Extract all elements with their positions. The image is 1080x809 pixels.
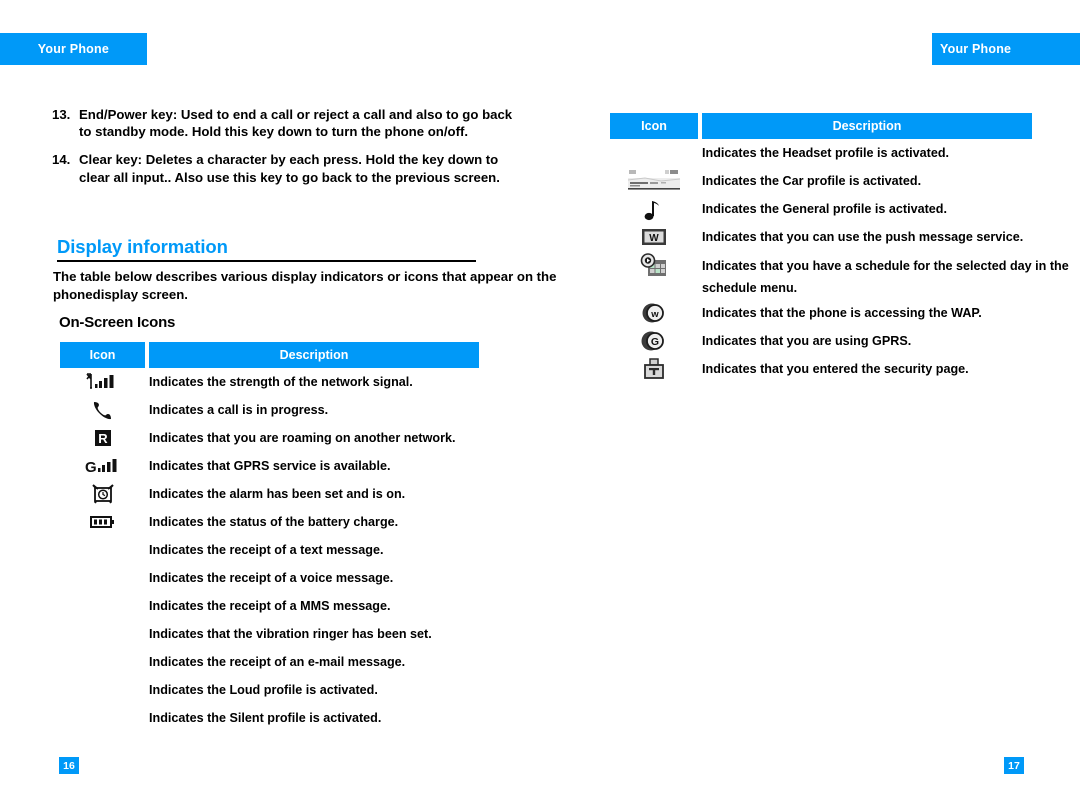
svg-text:R: R: [98, 431, 108, 446]
svg-text:w: w: [650, 309, 659, 320]
page-title: Display information: [57, 236, 228, 257]
numbered-instruction-list: 13. End/Power key: Used to end a call or…: [52, 106, 522, 197]
table-cell-description: Indicates that you entered the security …: [702, 362, 969, 376]
svg-text:G: G: [651, 336, 659, 348]
table-cell-description: Indicates the receipt of a MMS message.: [149, 599, 391, 613]
list-item-text: End/Power key: Used to end a call or rej…: [79, 107, 513, 140]
table-row: Indicates the receipt of an e-mail messa…: [60, 648, 479, 676]
intro-text-part-3: display screen.: [88, 286, 188, 302]
push-message-icon: W: [610, 223, 698, 251]
running-head-right: Your Phone: [932, 33, 1080, 65]
column-header-description: Description: [149, 342, 479, 368]
running-head-right-label: Your Phone: [940, 42, 1012, 56]
table-cell-description: Indicates the receipt of a text message.: [149, 543, 384, 557]
table-row: Indicates the Headset profile is activat…: [610, 139, 1072, 167]
headset-profile-icon: [610, 139, 698, 167]
wap-icon: w: [610, 299, 698, 327]
table-cell-description: Indicates that you can use the push mess…: [702, 230, 1024, 244]
signal-strength-icon: [60, 368, 145, 396]
alarm-clock-icon: [60, 480, 145, 508]
table-row: Indicates the strength of the network si…: [60, 368, 479, 396]
table-row: Indicates that you entered the security …: [610, 355, 1072, 383]
table-row: R Indicates that you are roaming on anot…: [60, 424, 479, 452]
email-message-icon: [60, 648, 145, 676]
car-profile-icon: [610, 167, 698, 195]
schedule-icon: [610, 251, 698, 299]
table-cell-description: Indicates the Silent profile is activate…: [149, 711, 382, 725]
list-item-text: Clear key: Deletes a character by each p…: [79, 152, 500, 185]
roaming-icon: R: [60, 424, 145, 452]
table-row: Indicates the receipt of a MMS message.: [60, 592, 479, 620]
table-row: Indicates the General profile is activat…: [610, 195, 1072, 223]
table-row: Indicates the Loud profile is activated.: [60, 676, 479, 704]
table-row: Indicates the Car profile is activated.: [610, 167, 1072, 195]
table-cell-description: Indicates that the phone is accessing th…: [702, 306, 982, 320]
column-header-description: Description: [702, 113, 1032, 139]
sub-heading: On-Screen Icons: [59, 314, 176, 331]
table-cell-description: Indicates the receipt of a voice message…: [149, 571, 394, 585]
column-header-icon: Icon: [60, 342, 145, 368]
loud-profile-icon: [60, 676, 145, 704]
section-heading: Display information: [57, 236, 476, 262]
table-header-row: Icon Description: [60, 342, 479, 368]
table-row: Indicates the status of the battery char…: [60, 508, 479, 536]
voice-message-icon: [60, 564, 145, 592]
heading-divider: [57, 260, 476, 262]
mms-message-icon: [60, 592, 145, 620]
battery-icon: [60, 508, 145, 536]
on-screen-icons-table-right: Icon Description Indicates the Headset p…: [610, 113, 1072, 383]
left-page: Your Phone 13. End/Power key: Used to en…: [0, 0, 556, 809]
table-row: w Indicates that the phone is accessing …: [610, 299, 1072, 327]
table-cell-description: Indicates that you have a schedule for t…: [702, 259, 1069, 295]
svg-text:W: W: [649, 233, 659, 244]
text-message-icon: [60, 536, 145, 564]
intro-paragraph: The table below describes various displa…: [53, 268, 563, 303]
page-number-right: 17: [1004, 757, 1024, 774]
running-head-left-label: Your Phone: [37, 42, 109, 56]
table-cell-description: Indicates the Car profile is activated.: [702, 174, 922, 188]
svg-text:G: G: [85, 459, 97, 476]
table-cell-description: Indicates the status of the battery char…: [149, 515, 399, 529]
table-cell-description: Indicates the Loud profile is activated.: [149, 683, 378, 697]
running-head-left: Your Phone: [0, 33, 147, 65]
silent-profile-icon: [60, 704, 145, 732]
table-cell-description: Indicates the receipt of an e-mail messa…: [149, 655, 406, 669]
list-item: 13. End/Power key: Used to end a call or…: [52, 106, 522, 140]
right-page: Your Phone Icon Description Indicates th…: [540, 0, 1080, 809]
table-cell-description: Indicates that GPRS service is available…: [149, 459, 391, 473]
table-row: Indicates the Silent profile is activate…: [60, 704, 479, 732]
column-header-icon: Icon: [610, 113, 698, 139]
table-row: Indicates the alarm has been set and is …: [60, 480, 479, 508]
table-cell-description: Indicates that you are using GPRS.: [702, 334, 912, 348]
general-profile-icon: [610, 195, 698, 223]
on-screen-icons-table-left: Icon Description Indicates the strength …: [60, 342, 479, 732]
table-cell-description: Indicates the alarm has been set and is …: [149, 487, 406, 501]
list-item-marker: 14.: [52, 152, 71, 168]
call-in-progress-icon: [60, 396, 145, 424]
table-row: Indicates that you have a schedule for t…: [610, 251, 1072, 299]
security-page-icon: [610, 355, 698, 383]
list-item-marker: 13.: [52, 107, 71, 122]
table-header-row: Icon Description: [610, 113, 1072, 139]
gprs-available-icon: G: [60, 452, 145, 480]
table-row: W Indicates that you can use the push me…: [610, 223, 1072, 251]
table-row: Indicates the receipt of a voice message…: [60, 564, 479, 592]
table-row: G Indicates that GPRS service is availab…: [60, 452, 479, 480]
table-cell-description: Indicates the General profile is activat…: [702, 202, 947, 216]
table-cell-description: Indicates a call is in progress.: [149, 403, 329, 417]
table-cell-description: Indicates the Headset profile is activat…: [702, 146, 950, 160]
list-item: 14. Clear key: Deletes a character by ea…: [52, 151, 522, 185]
table-cell-description: Indicates that you are roaming on anothe…: [149, 431, 456, 445]
table-row: G Indicates that you are using GPRS.: [610, 327, 1072, 355]
table-cell-description: Indicates that the vibration ringer has …: [149, 627, 432, 641]
vibration-ringer-icon: [60, 620, 145, 648]
gprs-in-use-icon: G: [610, 327, 698, 355]
table-row: Indicates a call is in progress.: [60, 396, 479, 424]
table-cell-description: Indicates the strength of the network si…: [149, 375, 413, 389]
table-row: Indicates that the vibration ringer has …: [60, 620, 479, 648]
page-number-left: 16: [59, 757, 79, 774]
table-row: Indicates the receipt of a text message.: [60, 536, 479, 564]
